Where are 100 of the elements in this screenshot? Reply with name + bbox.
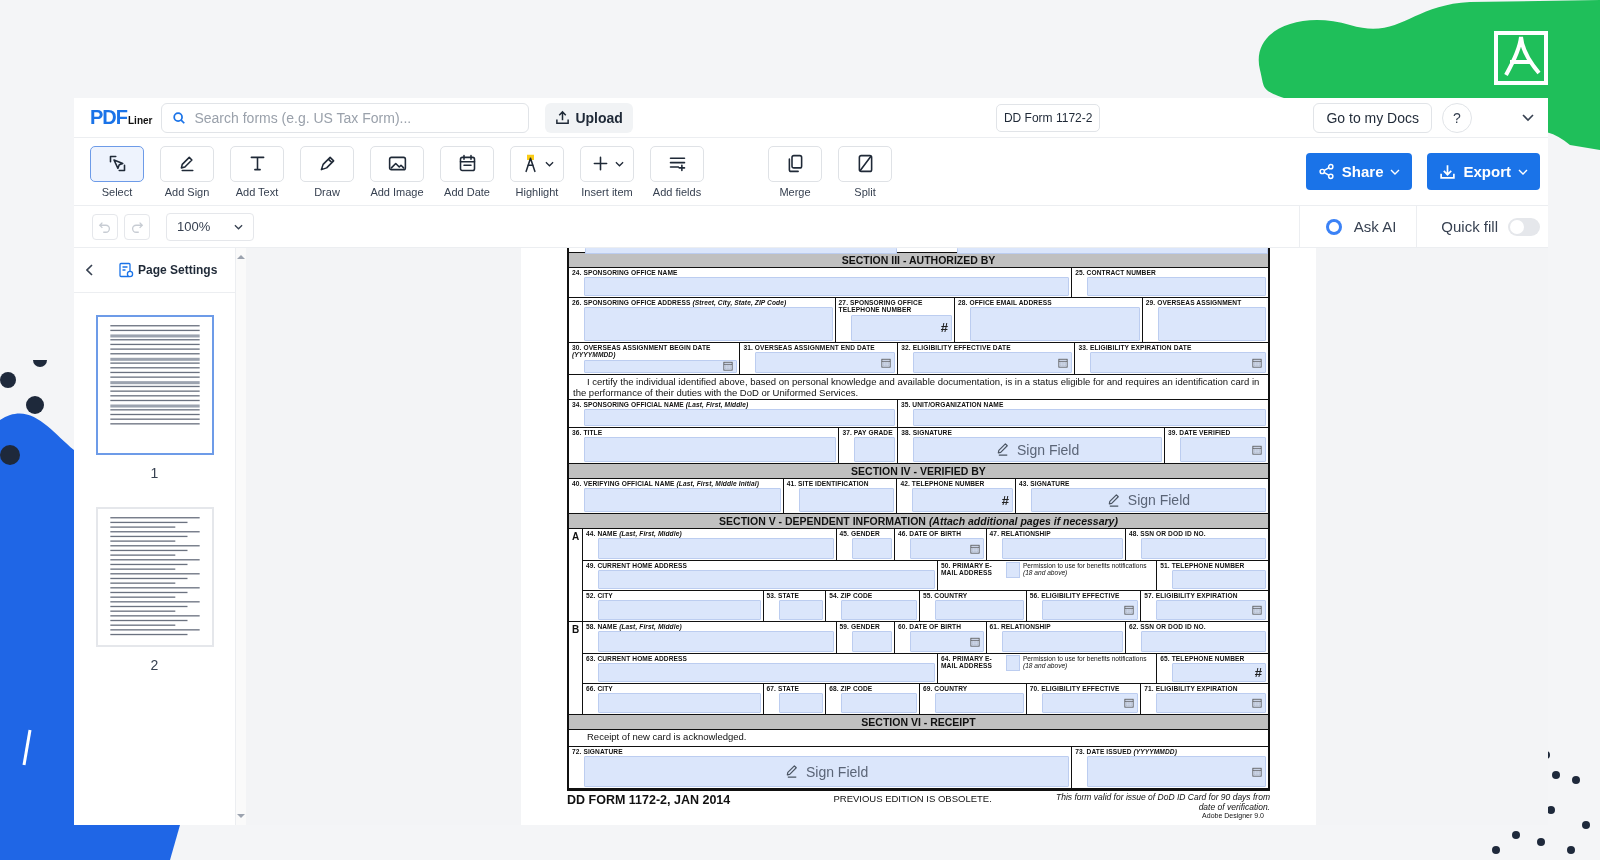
back-icon[interactable] <box>86 264 94 276</box>
text-field[interactable] <box>970 307 1140 341</box>
text-field[interactable] <box>584 307 833 341</box>
text-field[interactable] <box>1140 538 1266 559</box>
text-field[interactable] <box>778 693 824 713</box>
caret-icon <box>615 160 624 167</box>
text-field[interactable] <box>584 488 781 512</box>
scroll-up-icon[interactable] <box>237 254 245 259</box>
ask-ai-button[interactable]: Ask AI <box>1323 216 1397 237</box>
text-field[interactable] <box>598 631 834 652</box>
calendar-icon <box>1252 444 1262 455</box>
text-field[interactable] <box>598 693 761 713</box>
caret-icon <box>234 223 243 230</box>
pen-icon <box>1106 492 1122 508</box>
text-field[interactable] <box>1157 307 1266 341</box>
section-header: SECTION VI - RECEIPT <box>569 715 1268 730</box>
quick-fill-toggle[interactable] <box>1508 217 1540 236</box>
phone-field[interactable]: # <box>912 488 1013 512</box>
zoom-select[interactable]: 100% <box>166 212 254 241</box>
section-header: SECTION V - DEPENDENT INFORMATION (Attach additional pages if necessary) <box>569 514 1268 529</box>
text-field[interactable] <box>1001 631 1123 652</box>
checkbox[interactable] <box>1005 655 1020 671</box>
caret-icon <box>1518 168 1528 175</box>
tool-label: Add Sign <box>164 185 210 198</box>
pen-icon <box>996 442 1011 458</box>
text-field[interactable] <box>851 631 892 652</box>
dependent-letter: B <box>571 624 580 637</box>
edition-note: PREVIOUS EDITION IS OBSOLETE. <box>833 793 992 804</box>
calendar-icon <box>1058 357 1069 368</box>
tool-label: Select <box>101 185 133 198</box>
text-field[interactable] <box>584 437 837 462</box>
text-field[interactable] <box>934 600 1024 620</box>
text-field[interactable] <box>1001 538 1123 559</box>
date-field[interactable] <box>584 359 738 373</box>
page-number: 2 <box>150 657 159 673</box>
text-field[interactable] <box>851 538 892 559</box>
date-field[interactable] <box>1156 600 1266 620</box>
date-field[interactable] <box>1090 352 1266 373</box>
scrollbar[interactable] <box>236 248 246 825</box>
calendar-icon <box>723 361 734 372</box>
text-field[interactable] <box>598 538 834 559</box>
page-thumbnail[interactable] <box>95 315 214 455</box>
date-field[interactable] <box>909 538 984 559</box>
upload-button[interactable]: Upload <box>545 102 633 133</box>
tool-label: Split <box>854 185 876 198</box>
share-button[interactable]: Share <box>1305 153 1413 190</box>
text-field[interactable] <box>934 693 1024 713</box>
text-field[interactable] <box>1172 570 1266 589</box>
calendar-icon <box>1252 357 1262 368</box>
date-field[interactable] <box>1041 693 1139 713</box>
text-field[interactable] <box>841 600 917 620</box>
text-field[interactable] <box>1087 277 1266 296</box>
date-field[interactable] <box>1041 600 1139 620</box>
text-field[interactable] <box>841 693 917 713</box>
calendar-icon <box>1252 605 1262 616</box>
phone-field[interactable]: # <box>1172 663 1266 682</box>
my-docs-button[interactable]: Go to my Docs <box>1313 102 1432 133</box>
calendar-icon <box>881 357 892 368</box>
download-icon <box>1439 163 1457 180</box>
sign-field[interactable]: Sign Field <box>913 437 1162 462</box>
calendar-icon <box>1124 698 1135 709</box>
logo[interactable]: PDFLiner <box>90 106 153 129</box>
calendar-icon <box>1124 605 1135 616</box>
text-field[interactable] <box>912 409 1266 426</box>
sign-field[interactable]: Sign Field <box>584 756 1070 787</box>
text-field[interactable] <box>598 663 936 682</box>
text-field[interactable] <box>854 437 896 462</box>
pen-icon <box>784 764 800 780</box>
date-field[interactable] <box>909 631 984 652</box>
text-field[interactable] <box>598 600 761 620</box>
tool-button[interactable] <box>90 145 144 182</box>
tool-label: Draw <box>314 185 340 198</box>
text-field[interactable] <box>584 409 895 426</box>
date-field[interactable] <box>1156 693 1266 713</box>
share-icon <box>1317 163 1335 180</box>
search-field[interactable]: Search forms (e.g. US Tax Form)... <box>161 102 530 133</box>
text-field[interactable] <box>585 248 897 254</box>
page-settings-button[interactable]: Page Settings <box>118 262 218 278</box>
tool-label: Add Image <box>370 185 424 198</box>
text-field[interactable] <box>584 277 1070 296</box>
text-field[interactable] <box>956 248 1268 254</box>
date-field[interactable] <box>1179 437 1266 462</box>
date-field[interactable] <box>1087 756 1266 787</box>
text-field[interactable] <box>798 488 895 512</box>
checkbox[interactable] <box>1005 562 1020 578</box>
date-field[interactable] <box>913 352 1073 373</box>
sign-field[interactable]: Sign Field <box>1030 488 1266 512</box>
text-field[interactable] <box>778 600 824 620</box>
date-field[interactable] <box>755 352 896 373</box>
upload-icon <box>555 110 571 125</box>
chevron-down-icon[interactable] <box>1522 113 1534 122</box>
phone-field[interactable]: # <box>850 314 953 341</box>
tool-label: Add Text <box>235 185 279 198</box>
help-button[interactable]: ? <box>1442 102 1472 133</box>
tool-label: Add Date <box>444 185 490 198</box>
text-field[interactable] <box>1140 631 1266 652</box>
export-button[interactable]: Export <box>1427 153 1540 190</box>
text-field[interactable] <box>598 570 936 589</box>
tool-label: Insert item <box>581 185 633 198</box>
scroll-down-icon[interactable] <box>237 814 245 819</box>
